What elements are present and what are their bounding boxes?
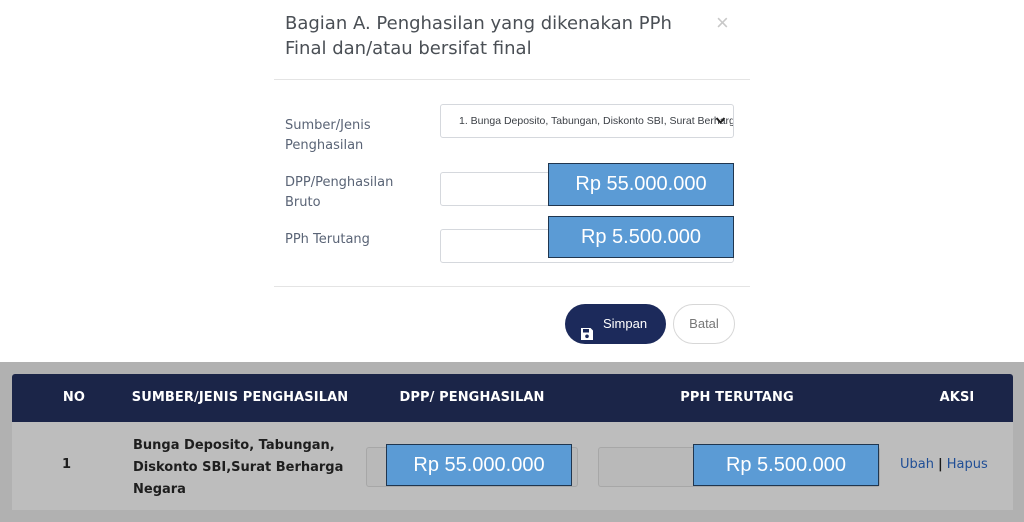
pph-label: PPh Terutang xyxy=(285,232,370,247)
modal-title: Bagian A. Penghasilan yang dikenakan PPh… xyxy=(285,13,672,59)
row-actions: Ubah | Hapus xyxy=(900,457,988,472)
dpp-amount-overlay: Rp 55.000.000 xyxy=(548,163,734,206)
column-header-aksi: AKSI xyxy=(939,390,975,405)
row-sumber: Bunga Deposito, Tabungan, Diskonto SBI,S… xyxy=(133,438,344,497)
delete-link[interactable]: Hapus xyxy=(947,457,988,472)
divider xyxy=(274,79,750,80)
edit-link[interactable]: Ubah xyxy=(900,457,934,472)
row-number: 1 xyxy=(62,457,72,472)
sumber-label: Sumber/Jenis Penghasilan xyxy=(285,118,371,153)
sumber-select-value: 1. Bunga Deposito, Tabungan, Diskonto SB… xyxy=(459,115,733,127)
row-pph-amount-overlay: Rp 5.500.000 xyxy=(693,444,879,486)
row-dpp-amount-overlay: Rp 55.000.000 xyxy=(386,444,572,486)
column-header-no: NO xyxy=(62,390,86,405)
save-button[interactable]: Simpan xyxy=(565,304,666,344)
action-separator: | xyxy=(937,457,943,472)
income-table-section: NO SUMBER/JENIS PENGHASILAN DPP/ PENGHAS… xyxy=(0,362,1024,522)
page: Bagian A. Penghasilan yang dikenakan PPh… xyxy=(0,0,1024,522)
divider xyxy=(274,286,750,287)
dpp-label: DPP/Penghasilan Bruto xyxy=(285,175,394,210)
table-header: NO SUMBER/JENIS PENGHASILAN DPP/ PENGHAS… xyxy=(12,374,1013,453)
chevron-down-icon xyxy=(715,105,726,137)
floppy-disk-icon xyxy=(580,317,594,340)
pph-amount-overlay: Rp 5.500.000 xyxy=(548,216,734,258)
column-header-sumber: SUMBER/JENIS PENGHASILAN xyxy=(131,390,349,405)
column-header-pph: PPH TERUTANG xyxy=(680,390,794,405)
save-button-label: Simpan xyxy=(603,316,648,331)
sumber-select[interactable]: 1. Bunga Deposito, Tabungan, Diskonto SB… xyxy=(440,104,734,138)
column-header-dpp: DPP/ PENGHASILAN BRUTO xyxy=(399,390,545,453)
cancel-button[interactable]: Batal xyxy=(673,304,735,344)
close-icon[interactable]: × xyxy=(716,12,729,34)
